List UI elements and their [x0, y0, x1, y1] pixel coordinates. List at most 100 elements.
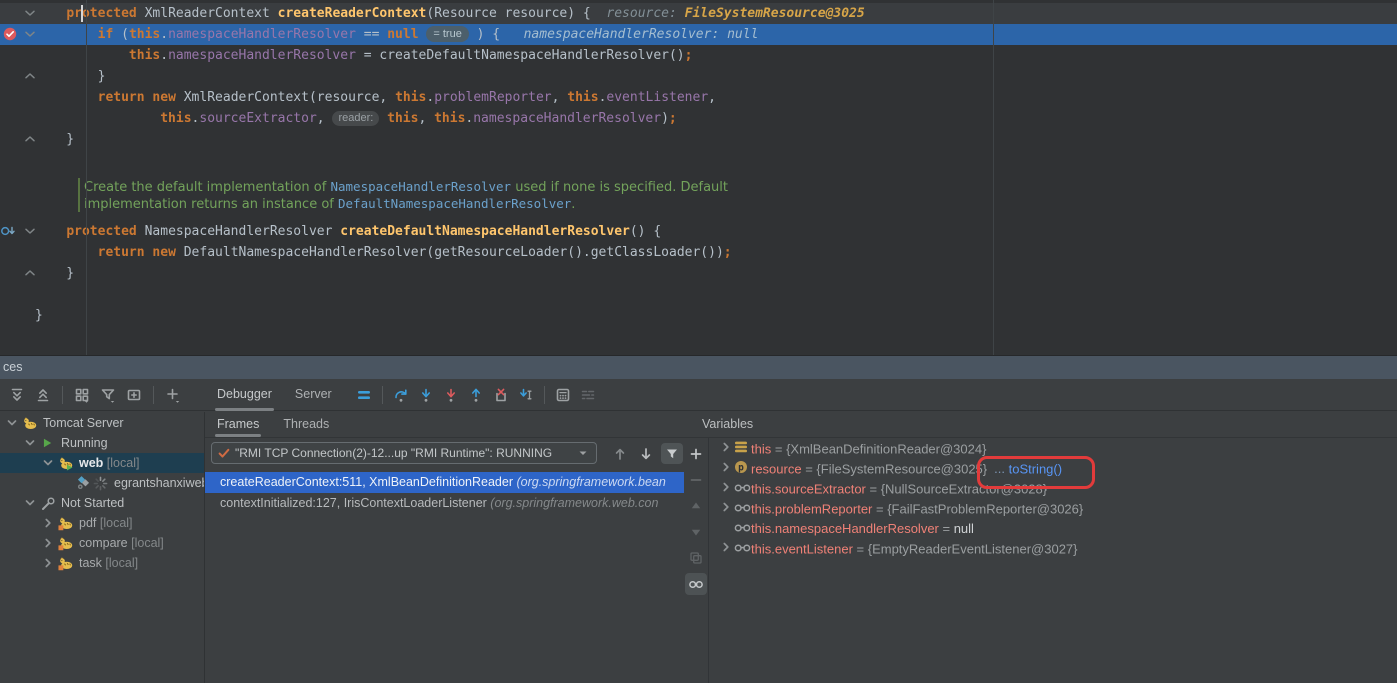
tree-item-task[interactable]: task [local] [0, 553, 204, 573]
code-segment: . [160, 48, 168, 63]
code-line[interactable]: this.sourceExtractor, reader: this, this… [0, 108, 1397, 129]
code-segment: } [35, 69, 105, 84]
tree-item-running[interactable]: Running [0, 433, 204, 453]
tree-item-label: egrantshanxiweb [114, 473, 205, 493]
code-line[interactable]: protected XmlReaderContext createReaderC… [0, 3, 1397, 24]
chevron-down-icon[interactable] [22, 435, 38, 451]
this-var-icon [734, 440, 751, 460]
chevron-down-icon[interactable] [4, 415, 20, 431]
variable-row[interactable]: this.problemReporter = {FailFastProblemR… [710, 499, 1397, 519]
tree-item-pdf[interactable]: pdf [local] [0, 513, 204, 533]
step-out-button[interactable] [464, 383, 488, 407]
code-segment: return [98, 245, 153, 260]
code-segment [35, 245, 98, 260]
tostring-link[interactable]: toString() [1005, 461, 1062, 476]
code-line[interactable]: protected NamespaceHandlerResolver creat… [0, 221, 1397, 242]
breakpoint-icon[interactable] [3, 27, 17, 41]
fold-open-icon[interactable] [22, 26, 38, 42]
tab-frames[interactable]: Frames [205, 412, 271, 437]
code-line[interactable]: } [0, 66, 1397, 87]
tree-item-web[interactable]: web [local] [0, 453, 204, 473]
code-segment: ( [121, 27, 129, 42]
remove-watch-button[interactable] [685, 469, 707, 491]
tab-threads[interactable]: Threads [271, 412, 341, 437]
code-segment: , [708, 90, 716, 105]
chevron-right-icon[interactable] [718, 479, 734, 501]
drop-frame-button[interactable] [489, 383, 513, 407]
chevron-right-icon[interactable] [40, 555, 56, 571]
chevron-down-icon[interactable] [22, 495, 38, 511]
filter-icon [100, 387, 116, 403]
filter-button[interactable] [96, 383, 120, 407]
layout-settings-button[interactable] [576, 383, 600, 407]
expand-all-button[interactable] [5, 383, 29, 407]
show-watches-icon [688, 576, 704, 592]
tree-item-tomcat-server[interactable]: Tomcat Server [0, 413, 204, 433]
tree-item-not-started[interactable]: Not Started [0, 493, 204, 513]
show-watches-button[interactable] [685, 573, 707, 595]
code-line[interactable]: this.namespaceHandlerResolver = createDe… [0, 45, 1397, 66]
chevron-right-icon[interactable] [40, 515, 56, 531]
show-execution-point-button[interactable] [352, 383, 376, 407]
collapse-all-button[interactable] [31, 383, 55, 407]
next-frame-button[interactable] [635, 443, 657, 464]
code-editor[interactable]: protected XmlReaderContext createReaderC… [0, 0, 1397, 356]
step-into-button[interactable] [414, 383, 438, 407]
expand-all-icon [9, 387, 25, 403]
run-to-cursor-button[interactable] [514, 383, 538, 407]
code-line[interactable]: return new DefaultNamespaceHandlerResolv… [0, 242, 1397, 263]
chevron-right-icon[interactable] [718, 499, 734, 521]
services-toolwindow-header[interactable]: ces [0, 356, 1397, 379]
fold-close-icon[interactable] [22, 68, 38, 84]
variable-row[interactable]: this.namespaceHandlerResolver = null [710, 519, 1397, 539]
new-frame-button[interactable] [122, 383, 146, 407]
code-line[interactable]: } [0, 129, 1397, 150]
variable-value: {FailFastProblemReporter@3026} [887, 501, 1083, 516]
step-over-button[interactable] [389, 383, 413, 407]
chevron-right-icon[interactable] [718, 439, 734, 461]
fold-open-icon[interactable] [22, 223, 38, 239]
stack-frame-row[interactable]: contextInitialized:127, IrisContextLoade… [205, 493, 684, 514]
fold-open-icon[interactable] [22, 5, 38, 21]
code-line[interactable]: if (this.namespaceHandlerResolver == nul… [0, 24, 1397, 45]
duplicate-button[interactable] [685, 547, 707, 569]
variable-value: {XmlBeanDefinitionReader@3024} [786, 441, 986, 456]
equals-sign: = [771, 441, 786, 456]
move-down-button[interactable] [685, 521, 707, 543]
code-line[interactable]: } [0, 263, 1397, 284]
code-segment: protected [66, 6, 144, 21]
tree-item-egrantshanxiweb[interactable]: egrantshanxiweb [0, 473, 204, 493]
equals-sign: = [939, 521, 954, 536]
move-up-button[interactable] [685, 495, 707, 517]
variable-row[interactable]: this.sourceExtractor = {NullSourceExtrac… [710, 479, 1397, 499]
evaluate-button[interactable] [551, 383, 575, 407]
hide-library-frames-button[interactable] [661, 443, 683, 464]
tree-item-compare[interactable]: compare [local] [0, 533, 204, 553]
fold-close-icon[interactable] [22, 131, 38, 147]
chevron-down-icon[interactable] [40, 455, 56, 471]
variable-name: resource [751, 461, 802, 476]
fold-close-icon[interactable] [22, 265, 38, 281]
services-tree[interactable]: Tomcat ServerRunningweb [local]egrantsha… [0, 412, 205, 683]
code-segment: this [160, 111, 191, 126]
code-line[interactable]: return new XmlReaderContext(resource, th… [0, 87, 1397, 108]
chevron-right-icon[interactable] [40, 535, 56, 551]
add-watch-button[interactable] [685, 443, 707, 465]
chevron-right-icon[interactable] [718, 459, 734, 481]
force-step-into-button[interactable] [439, 383, 463, 407]
add-button[interactable] [161, 383, 185, 407]
override-marker-icon[interactable] [0, 223, 16, 239]
code-line[interactable]: } [0, 305, 1397, 326]
tab-server[interactable]: Server [284, 379, 343, 411]
code-segment [379, 111, 387, 126]
stack-frame-row[interactable]: createReaderContext:511, XmlBeanDefiniti… [205, 472, 684, 493]
spinner-icon [93, 476, 108, 491]
variable-row[interactable]: presource = {FileSystemResource@3025}...… [710, 459, 1397, 479]
previous-frame-button[interactable] [609, 443, 631, 464]
thread-dropdown[interactable]: "RMI TCP Connection(2)-12...up "RMI Runt… [211, 442, 597, 464]
tab-debugger[interactable]: Debugger [206, 379, 283, 411]
group-by-button[interactable] [70, 383, 94, 407]
chevron-right-icon[interactable] [718, 539, 734, 561]
variable-row[interactable]: this.eventListener = {EmptyReaderEventLi… [710, 539, 1397, 559]
variable-row[interactable]: this = {XmlBeanDefinitionReader@3024} [710, 439, 1397, 459]
